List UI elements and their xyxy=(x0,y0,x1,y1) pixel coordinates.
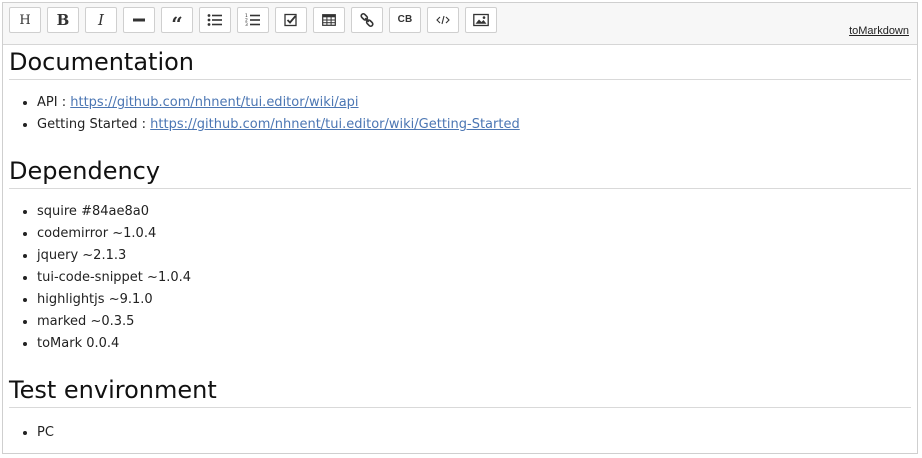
list-item: codemirror ~1.0.4 xyxy=(37,223,911,245)
list-item: jquery ~2.1.3 xyxy=(37,245,911,267)
list-item: API : https://github.com/nhnent/tui.edit… xyxy=(37,92,911,114)
editor-content[interactable]: Documentation API : https://github.com/n… xyxy=(3,45,917,453)
code-button[interactable] xyxy=(427,7,459,33)
code-block-button[interactable]: CB xyxy=(389,7,421,33)
list-item: marked ~0.3.5 xyxy=(37,311,911,333)
dependency-version: ~1.0.4 xyxy=(147,270,192,285)
horizontal-rule-icon xyxy=(133,18,145,22)
table-icon xyxy=(322,14,336,26)
dependency-name: tui-code-snippet xyxy=(37,270,143,285)
code-block-icon: CB xyxy=(397,14,413,25)
api-link[interactable]: https://github.com/nhnent/tui.editor/wik… xyxy=(70,95,358,110)
documentation-section: Documentation API : https://github.com/n… xyxy=(9,47,911,136)
link-button[interactable] xyxy=(351,7,383,33)
bold-button[interactable]: B xyxy=(47,7,79,33)
list-item: squire #84ae8a0 xyxy=(37,201,911,223)
wysiwyg-editor: H B I “ 1 2 3 CB toMarkdown Documentatio… xyxy=(2,2,918,454)
image-button[interactable] xyxy=(465,7,497,33)
dependency-name: marked xyxy=(37,314,87,329)
toolbar: H B I “ 1 2 3 CB toMarkdown xyxy=(3,3,917,45)
checkbox-icon xyxy=(284,13,297,27)
ordered-list-button[interactable]: 1 2 3 xyxy=(237,7,269,33)
dependency-version: ~0.3.5 xyxy=(90,314,135,329)
test-environment-list: PC xyxy=(9,422,911,444)
quote-button[interactable]: “ xyxy=(161,7,193,36)
dependency-name: codemirror xyxy=(37,226,109,241)
quote-icon: “ xyxy=(171,12,183,36)
list-item: PC xyxy=(37,422,911,444)
to-markdown-switch[interactable]: toMarkdown xyxy=(849,25,909,37)
getting-started-link[interactable]: https://github.com/nhnent/tui.editor/wik… xyxy=(150,117,520,132)
list-item: Getting Started : https://github.com/nhn… xyxy=(37,114,911,136)
dependency-name: squire xyxy=(37,204,77,219)
list-item: highlightjs ~9.1.0 xyxy=(37,289,911,311)
dependency-version: #84ae8a0 xyxy=(81,204,149,219)
code-icon xyxy=(436,15,450,25)
list-item: tui-code-snippet ~1.0.4 xyxy=(37,267,911,289)
dependency-name: highlightjs xyxy=(37,292,105,307)
dependency-heading: Dependency xyxy=(9,156,911,189)
list-item-label: Getting Started xyxy=(37,117,138,132)
dependency-version: ~2.1.3 xyxy=(82,248,127,263)
bullet-list-icon xyxy=(207,14,222,26)
svg-text:3: 3 xyxy=(245,22,248,27)
bold-icon: B xyxy=(56,10,70,29)
ordered-list-icon: 1 2 3 xyxy=(245,13,260,27)
dependency-version: ~1.0.4 xyxy=(112,226,157,241)
dependency-version: ~9.1.0 xyxy=(108,292,153,307)
bullet-list-button[interactable] xyxy=(199,7,231,33)
image-icon xyxy=(473,13,489,27)
documentation-list: API : https://github.com/nhnent/tui.edit… xyxy=(9,92,911,136)
dependency-section: Dependency squire #84ae8a0 codemirror ~1… xyxy=(9,156,911,355)
list-item-label: API xyxy=(37,95,58,110)
table-button[interactable] xyxy=(313,7,345,33)
dependency-list: squire #84ae8a0 codemirror ~1.0.4 jquery… xyxy=(9,201,911,355)
italic-button[interactable]: I xyxy=(85,7,117,33)
list-item-label: PC xyxy=(37,425,54,440)
link-icon xyxy=(360,13,374,27)
heading-icon: H xyxy=(19,12,31,28)
dependency-name: toMark xyxy=(37,336,83,351)
task-list-button[interactable] xyxy=(275,7,307,33)
test-environment-section: Test environment PC xyxy=(9,375,911,444)
heading-button[interactable]: H xyxy=(9,7,41,33)
italic-icon: I xyxy=(98,10,104,29)
dependency-name: jquery xyxy=(37,248,79,263)
dependency-version: 0.0.4 xyxy=(86,336,120,351)
documentation-heading: Documentation xyxy=(9,47,911,80)
horizontal-rule-button[interactable] xyxy=(123,7,155,33)
list-item: toMark 0.0.4 xyxy=(37,333,911,355)
test-environment-heading: Test environment xyxy=(9,375,911,408)
